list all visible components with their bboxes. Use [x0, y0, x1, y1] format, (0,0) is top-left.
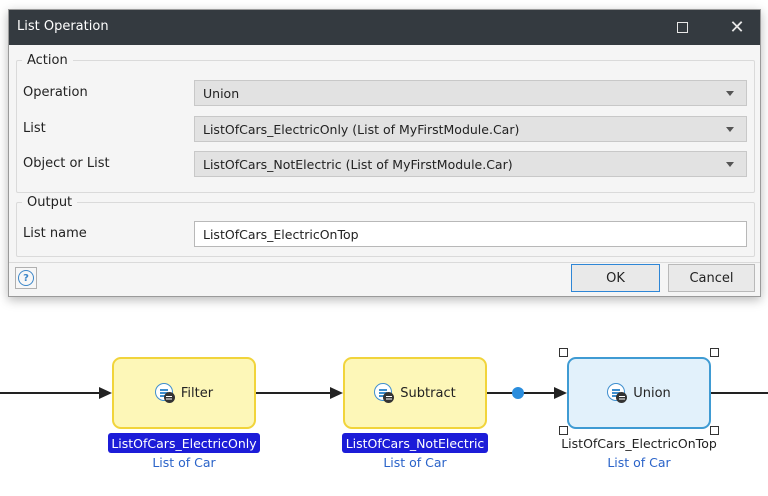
activity-union[interactable]: Union — [567, 357, 711, 429]
list-operation-icon — [374, 383, 395, 403]
footer-divider — [9, 262, 760, 263]
list-select-value: ListOfCars_ElectricOnly (List of MyFirst… — [203, 121, 520, 137]
object-or-list-select[interactable]: ListOfCars_NotElectric (List of MyFirstM… — [194, 151, 747, 177]
output-variable-name[interactable]: ListOfCars_ElectricOnly — [108, 433, 260, 453]
output-variable-name[interactable]: ListOfCars_ElectricOnTop — [561, 433, 717, 453]
activity-label: Subtract — [400, 385, 456, 401]
arrow-icon — [330, 387, 343, 399]
help-icon: ? — [18, 270, 34, 286]
object-or-list-label: Object or List — [23, 156, 110, 171]
help-button[interactable]: ? — [15, 267, 37, 289]
activity-label: Union — [633, 385, 671, 401]
list-select[interactable]: ListOfCars_ElectricOnly (List of MyFirst… — [194, 116, 747, 142]
object-or-list-select-value: ListOfCars_NotElectric (List of MyFirstM… — [203, 156, 513, 172]
output-variable-type: List of Car — [607, 455, 671, 470]
list-operation-icon — [607, 383, 628, 403]
output-group-legend: Output — [27, 195, 73, 210]
sequence-flow[interactable] — [711, 392, 768, 394]
ok-button[interactable]: OK — [571, 264, 660, 292]
chevron-down-icon — [726, 91, 734, 96]
resize-handle[interactable] — [710, 348, 719, 357]
list-operation-icon — [154, 383, 175, 403]
maximize-icon — [676, 22, 688, 33]
list-operation-dialog: List Operation ✕ Action Operation Union … — [8, 9, 761, 297]
output-variable-name[interactable]: ListOfCars_NotElectric — [342, 433, 488, 453]
action-group-legend: Action — [27, 53, 68, 68]
activity-label: Filter — [180, 385, 214, 401]
arrow-icon — [99, 387, 112, 399]
flow-connection-point[interactable] — [512, 387, 524, 399]
activity-filter[interactable]: Filter — [112, 357, 256, 429]
resize-handle[interactable] — [559, 348, 568, 357]
cancel-button[interactable]: Cancel — [668, 264, 755, 292]
dialog-title: List Operation — [17, 19, 109, 34]
close-icon: ✕ — [729, 16, 745, 38]
sequence-flow[interactable] — [0, 392, 100, 394]
operation-select[interactable]: Union — [194, 80, 747, 106]
sequence-flow[interactable] — [256, 392, 332, 394]
dialog-titlebar[interactable]: List Operation ✕ — [9, 10, 760, 45]
operation-select-value: Union — [203, 85, 240, 101]
operation-label: Operation — [23, 85, 88, 100]
chevron-down-icon — [726, 162, 734, 167]
list-name-input[interactable] — [194, 221, 747, 247]
list-name-label: List name — [23, 226, 87, 241]
chevron-down-icon — [726, 127, 734, 132]
output-variable-type: List of Car — [152, 455, 216, 470]
arrow-icon — [554, 387, 567, 399]
close-button[interactable]: ✕ — [714, 10, 760, 45]
output-variable-type: List of Car — [383, 455, 447, 470]
maximize-button[interactable] — [659, 10, 705, 45]
activity-subtract[interactable]: Subtract — [343, 357, 487, 429]
list-label: List — [23, 121, 46, 136]
